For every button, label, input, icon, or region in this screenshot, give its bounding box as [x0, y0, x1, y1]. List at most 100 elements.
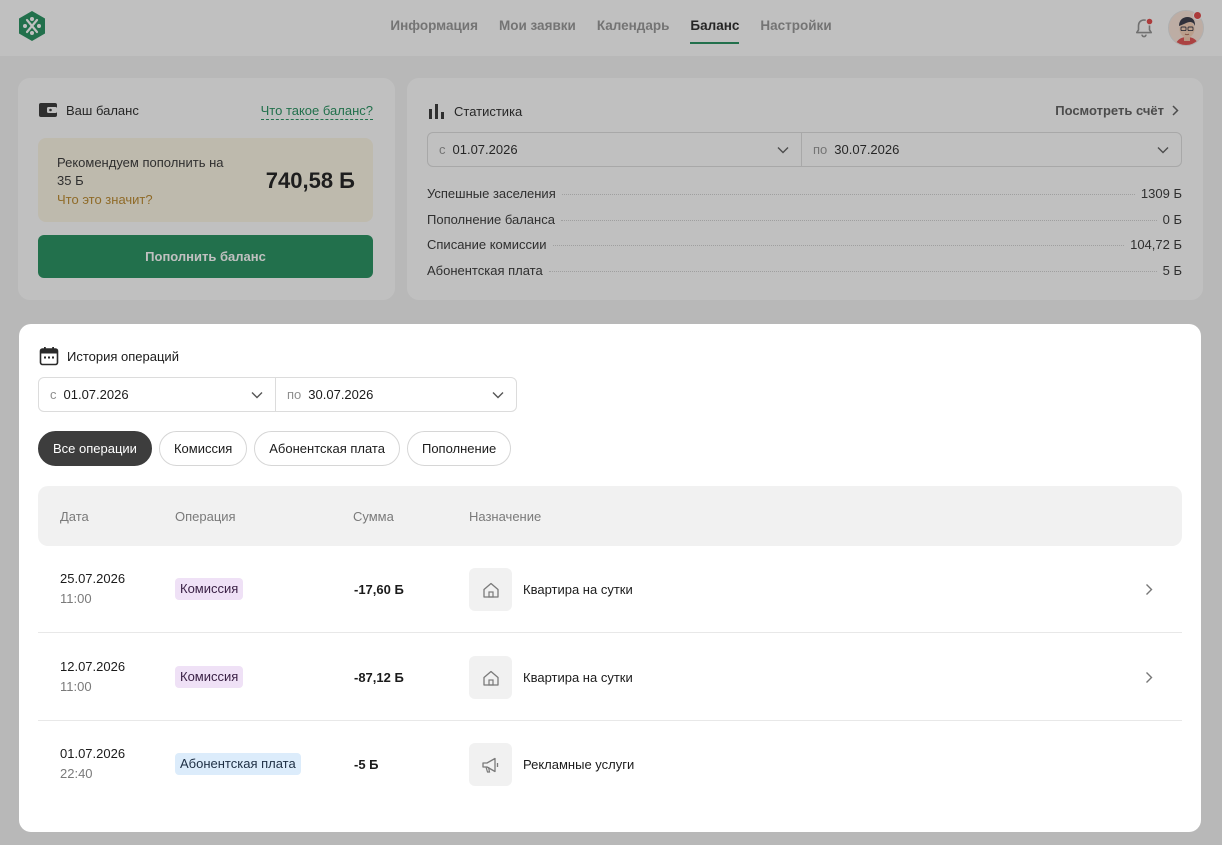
- notification-bell-icon[interactable]: [1132, 16, 1156, 40]
- date-to-prefix: по: [287, 387, 302, 402]
- table-row[interactable]: 01.07.2026 22:40 Абонентская плата -5 Б …: [38, 721, 1182, 808]
- chevron-down-icon: [492, 391, 504, 398]
- what-does-it-mean-link[interactable]: Что это значит?: [57, 192, 153, 207]
- stat-label: Пополнение баланса: [427, 211, 555, 227]
- recommendation-text: Рекомендуем пополнить на 35 Б: [57, 155, 224, 188]
- operations-history-card: История операций с 01.07.2026 по 30.07.2…: [19, 324, 1201, 832]
- date-from-prefix: с: [439, 142, 446, 157]
- stat-value: 1309 Б: [1140, 186, 1182, 201]
- filter-commission[interactable]: Комиссия: [158, 431, 248, 466]
- stats-date-range: с 01.07.2026 по 30.07.2026: [427, 132, 1182, 167]
- row-purpose: Рекламные услуги: [523, 757, 635, 772]
- row-date: 25.07.2026: [60, 571, 126, 586]
- column-date: Дата: [60, 509, 89, 524]
- date-to-value: 30.07.2026: [834, 142, 900, 157]
- purpose-icon-box: [469, 568, 512, 611]
- stat-label: Абонентская плата: [427, 262, 543, 278]
- stat-dots: [561, 194, 1135, 195]
- column-amount: Сумма: [353, 509, 394, 524]
- row-date: 12.07.2026: [60, 659, 126, 674]
- date-to-prefix: по: [813, 142, 828, 157]
- stats-list: Успешные заселения 1309 Б Пополнение бал…: [427, 186, 1182, 288]
- table-header: Дата Операция Сумма Назначение: [38, 486, 1182, 546]
- stat-dots: [560, 219, 1157, 221]
- house-icon: [482, 582, 499, 598]
- megaphone-icon: [481, 757, 498, 773]
- history-date-range: с 01.07.2026 по 30.07.2026: [38, 377, 517, 412]
- history-title-text: История операций: [67, 348, 179, 364]
- date-from-value: 01.07.2026: [63, 387, 129, 402]
- row-amount: -87,12 Б: [354, 670, 404, 685]
- history-title: История операций: [39, 346, 179, 366]
- main-nav: Информация Мои заявки Календарь Баланс Н…: [0, 0, 1222, 56]
- row-purpose: Квартира на сутки: [523, 582, 633, 597]
- purpose-icon-box: [469, 743, 512, 786]
- row-amount: -17,60 Б: [354, 582, 404, 597]
- bar-chart-icon: [429, 104, 444, 119]
- chevron-right-icon[interactable]: [1144, 583, 1154, 596]
- row-datetime: 01.07.2026 22:40: [60, 744, 125, 784]
- balance-card: Ваш баланс Что такое баланс? Рекомендуем…: [18, 78, 395, 300]
- date-from-value: 01.07.2026: [452, 142, 518, 157]
- view-bill-link[interactable]: Посмотреть счёт: [1055, 103, 1179, 118]
- balance-amount: 740,58 Б: [265, 168, 355, 193]
- stat-row: Списание комиссии 104,72 Б: [427, 237, 1182, 263]
- row-datetime: 25.07.2026 11:00: [60, 569, 125, 609]
- recommendation-box: Рекомендуем пополнить на 35 Б Что это зн…: [38, 138, 373, 222]
- stat-label: Списание комиссии: [427, 237, 547, 252]
- statistics-title-text: Статистика: [454, 103, 523, 119]
- row-amount: -5 Б: [354, 757, 379, 772]
- balance-title: Ваш баланс: [38, 102, 139, 118]
- stats-date-to[interactable]: по 30.07.2026: [801, 133, 1181, 166]
- filter-subscription-fee[interactable]: Абонентская плата: [254, 431, 400, 466]
- chevron-down-icon: [777, 146, 789, 153]
- purpose-icon-box: [469, 656, 512, 699]
- row-purpose: Квартира на сутки: [523, 670, 633, 685]
- operation-badge: Абонентская плата: [175, 753, 301, 775]
- stat-value: 5 Б: [1162, 262, 1182, 278]
- chevron-right-icon: [1172, 105, 1179, 116]
- column-purpose: Назначение: [469, 509, 542, 524]
- operation-badge: Комиссия: [175, 666, 244, 688]
- stat-dots: [548, 270, 1157, 272]
- statistics-card: Статистика Посмотреть счёт с 01.07.2026 …: [407, 78, 1203, 300]
- nav-item-info[interactable]: Информация: [390, 0, 478, 46]
- history-date-to[interactable]: по 30.07.2026: [275, 378, 516, 411]
- stats-date-from[interactable]: с 01.07.2026: [428, 133, 801, 166]
- row-time: 11:00: [60, 591, 92, 606]
- stat-dots: [552, 245, 1125, 246]
- row-time: 11:00: [60, 679, 92, 694]
- stat-row: Абонентская плата 5 Б: [427, 263, 1182, 289]
- row-time: 22:40: [60, 766, 93, 781]
- table-row[interactable]: 12.07.2026 11:00 Комиссия -87,12 Б Кварт…: [38, 634, 1182, 721]
- row-datetime: 12.07.2026 11:00: [60, 657, 125, 697]
- chevron-down-icon: [251, 391, 263, 398]
- nav-item-calendar[interactable]: Календарь: [597, 0, 670, 46]
- stat-value: 104,72 Б: [1130, 237, 1182, 252]
- nav-item-balance[interactable]: Баланс: [690, 0, 739, 46]
- nav-item-my-requests[interactable]: Мои заявки: [499, 0, 576, 46]
- row-date: 01.07.2026: [60, 746, 126, 761]
- stat-value: 0 Б: [1162, 211, 1182, 227]
- stat-row: Успешные заселения 1309 Б: [427, 186, 1182, 212]
- statistics-title: Статистика: [428, 102, 522, 120]
- nav-item-settings[interactable]: Настройки: [760, 0, 831, 46]
- house-icon: [482, 670, 499, 686]
- chevron-right-icon[interactable]: [1144, 671, 1154, 684]
- avatar-notification-dot: [1193, 11, 1202, 20]
- wallet-icon: [39, 103, 57, 117]
- table-row[interactable]: 25.07.2026 11:00 Комиссия -17,60 Б Кварт…: [38, 546, 1182, 633]
- balance-title-text: Ваш баланс: [66, 102, 139, 118]
- top-header: Информация Мои заявки Календарь Баланс Н…: [0, 0, 1222, 56]
- history-date-from[interactable]: с 01.07.2026: [39, 378, 275, 411]
- calendar-icon: [39, 347, 59, 366]
- filter-all-operations[interactable]: Все операции: [38, 431, 152, 466]
- what-is-balance-link[interactable]: Что такое баланс?: [260, 103, 373, 120]
- view-bill-label: Посмотреть счёт: [1055, 103, 1164, 118]
- topup-balance-button[interactable]: Пополнить баланс: [38, 235, 373, 278]
- date-to-value: 30.07.2026: [308, 387, 374, 402]
- filter-topup[interactable]: Пополнение: [406, 431, 512, 466]
- chevron-down-icon: [1157, 146, 1169, 153]
- stat-label: Успешные заселения: [427, 186, 556, 201]
- operation-filters: Все операции Комиссия Абонентская плата …: [38, 431, 512, 466]
